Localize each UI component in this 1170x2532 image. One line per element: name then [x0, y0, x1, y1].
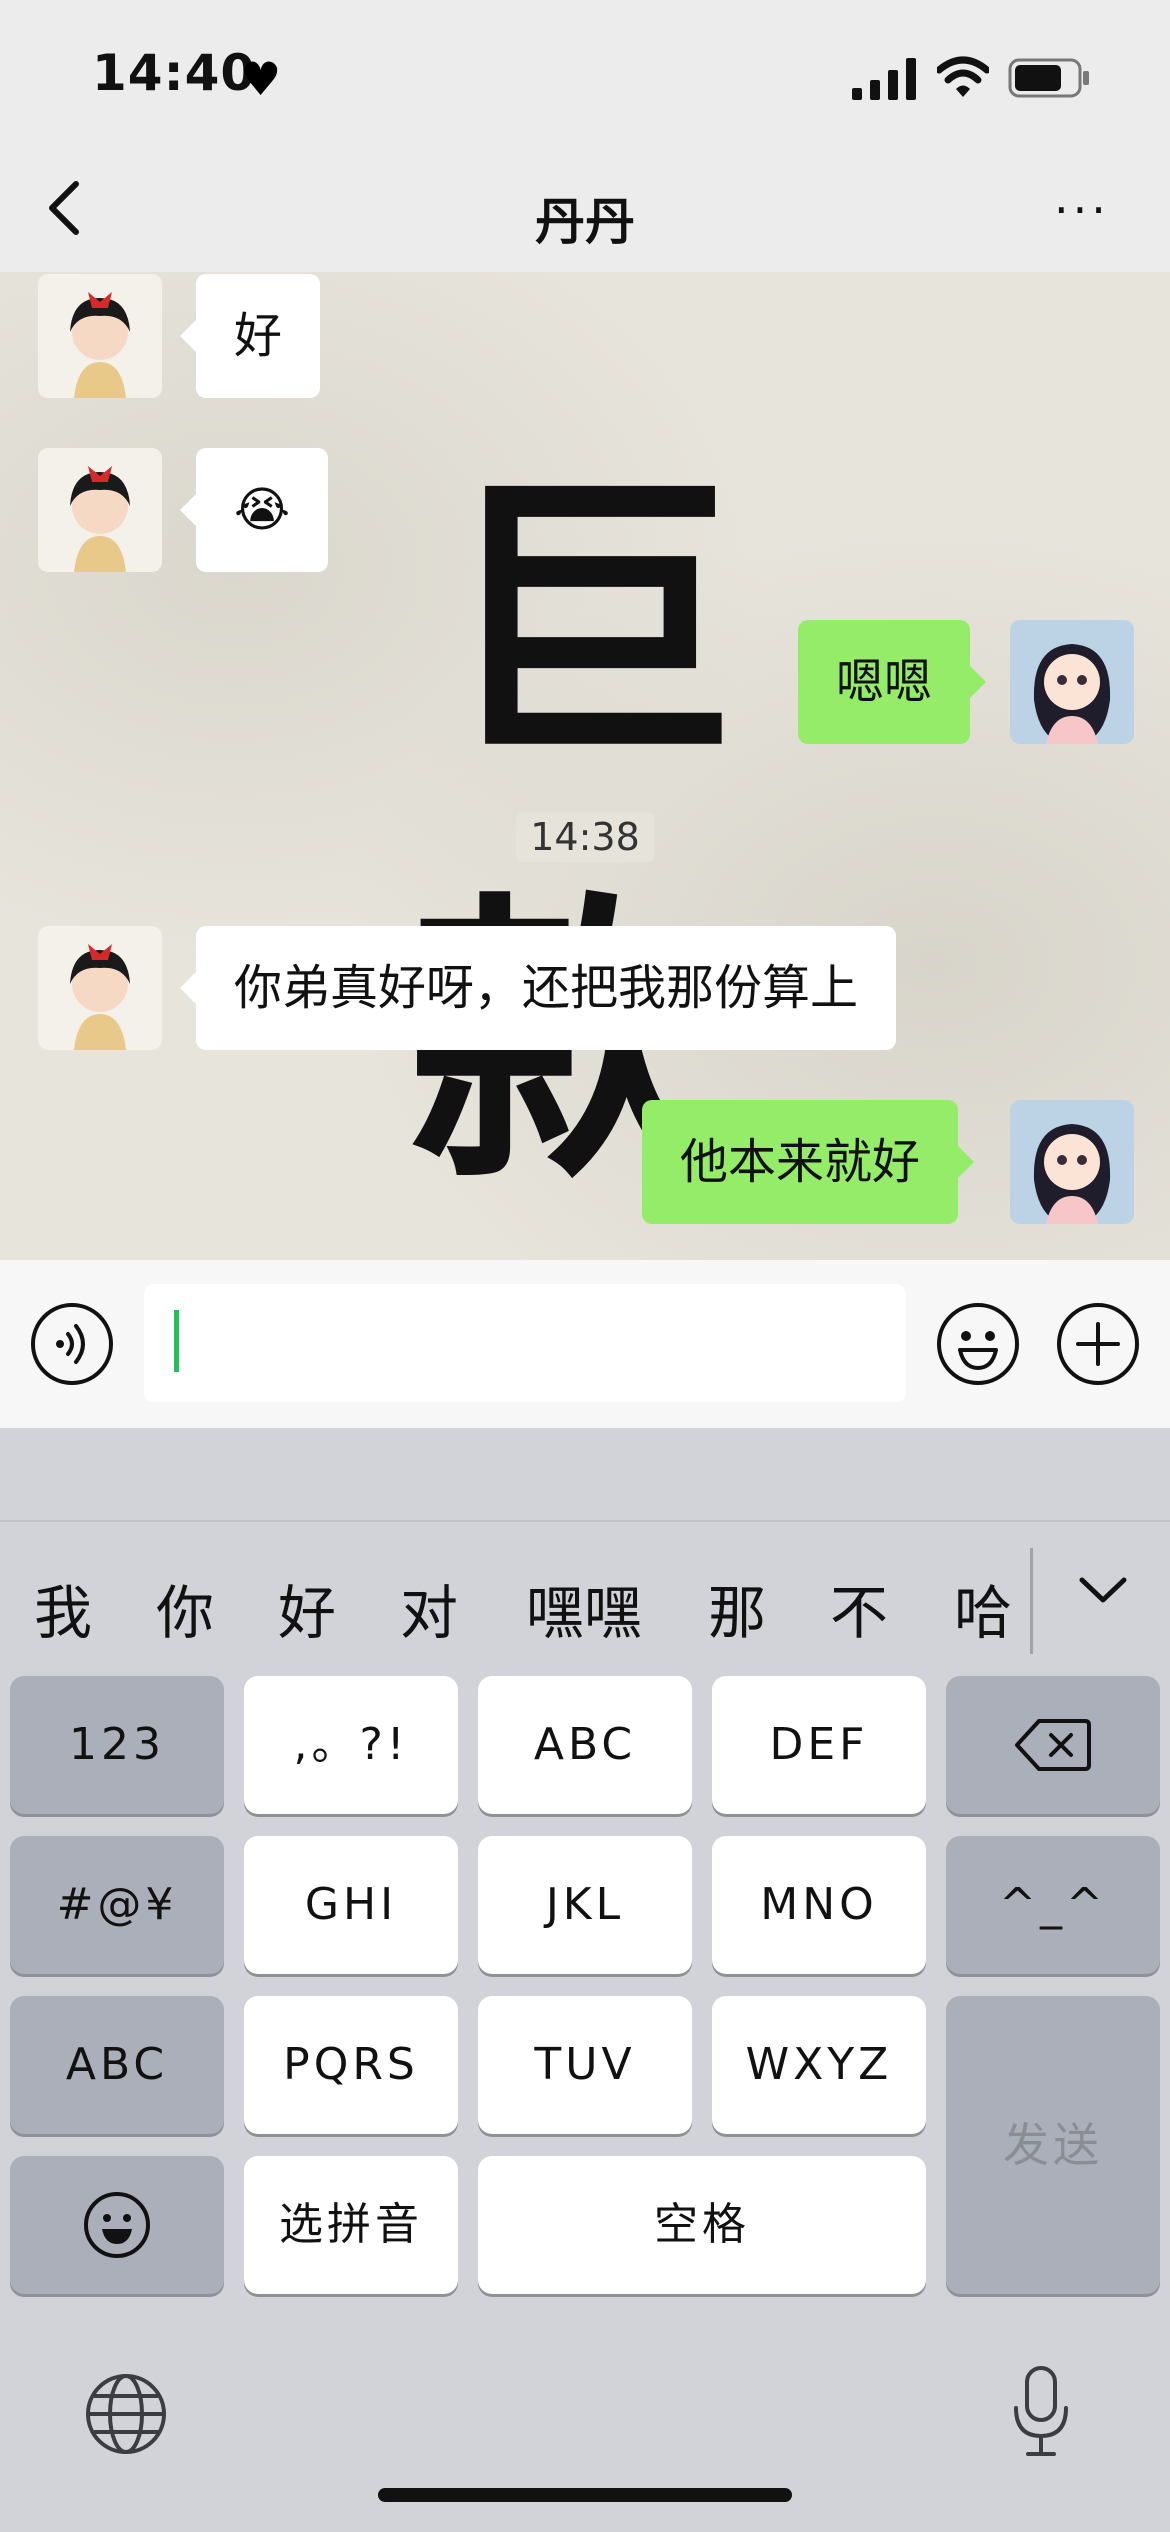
contact-avatar[interactable]	[38, 274, 162, 398]
keyboard: 我 你 好 对 嘿嘿 那 不 哈 123 ,。?! ABC DEF #@¥ GH…	[0, 1428, 1170, 2532]
cellular-signal-icon	[852, 58, 916, 100]
smiley-icon[interactable]	[936, 1302, 1020, 1386]
smiley-icon	[84, 2192, 150, 2258]
message-input-bar	[0, 1260, 1170, 1428]
text-caret	[174, 1310, 179, 1372]
backspace-icon	[1015, 1719, 1091, 1771]
backspace-key[interactable]	[946, 1676, 1160, 1814]
candidate-word[interactable]: 你	[156, 1566, 214, 1650]
chat-message-list[interactable]: 巨 款 好 😭 嗯嗯 14:38 你弟真好呀，还把我那份算上 他	[0, 272, 1170, 1260]
candidate-word[interactable]: 对	[400, 1566, 458, 1650]
more-options-button[interactable]: ···	[1054, 187, 1110, 233]
wifi-icon	[937, 56, 989, 97]
key-abc[interactable]: ABC	[478, 1676, 692, 1814]
globe-icon[interactable]	[84, 2372, 168, 2456]
message-bubble-incoming[interactable]: 😭	[179, 448, 329, 572]
plus-circle-icon[interactable]	[1056, 1302, 1140, 1386]
heart-icon: ♥	[240, 52, 282, 106]
candidate-word[interactable]: 不	[830, 1566, 888, 1650]
emoji-key[interactable]	[10, 2156, 224, 2294]
chevron-down-icon[interactable]	[1076, 1572, 1130, 1608]
key-def[interactable]: DEF	[712, 1676, 926, 1814]
key-punctuation[interactable]: ,。?!	[244, 1676, 458, 1814]
key-emoticon[interactable]: ^_^	[946, 1836, 1160, 1974]
chat-title: 丹丹	[535, 193, 635, 251]
key-wxyz[interactable]: WXYZ	[712, 1996, 926, 2134]
key-jkl[interactable]: JKL	[478, 1836, 692, 1974]
home-indicator	[378, 2488, 792, 2502]
message-bubble-outgoing[interactable]: 嗯嗯	[798, 620, 987, 744]
message-bubble-outgoing[interactable]: 他本来就好	[642, 1100, 975, 1224]
wallpaper-char: 巨	[440, 445, 740, 798]
message-bubble-incoming[interactable]: 好	[179, 274, 321, 398]
key-pqrs[interactable]: PQRS	[244, 1996, 458, 2134]
battery-icon	[1008, 58, 1089, 98]
voice-icon[interactable]	[30, 1302, 114, 1386]
contact-avatar[interactable]	[38, 448, 162, 572]
candidate-word[interactable]: 好	[278, 1566, 336, 1650]
message-input[interactable]	[144, 1284, 906, 1402]
status-time: 14:40	[92, 44, 257, 102]
key-123[interactable]: 123	[10, 1676, 224, 1814]
my-avatar[interactable]	[1010, 620, 1134, 744]
key-symbols[interactable]: #@¥	[10, 1836, 224, 1974]
microphone-icon[interactable]	[1010, 2364, 1072, 2460]
space-key[interactable]: 空格	[478, 2156, 926, 2294]
candidate-divider	[1030, 1548, 1033, 1654]
status-bar: 14:40 ♥	[0, 0, 1170, 150]
key-mno[interactable]: MNO	[712, 1836, 926, 1974]
candidate-word[interactable]: 那	[708, 1566, 766, 1650]
contact-avatar[interactable]	[38, 926, 162, 1050]
key-switch-abc[interactable]: ABC	[10, 1996, 224, 2134]
send-key[interactable]: 发送	[946, 1996, 1160, 2294]
chat-header: 丹丹 ···	[0, 150, 1170, 273]
candidate-word[interactable]: 嘿嘿	[526, 1566, 642, 1650]
candidate-word[interactable]: 我	[34, 1566, 92, 1650]
my-avatar[interactable]	[1010, 1100, 1134, 1224]
candidate-bar: 我 你 好 对 嘿嘿 那 不 哈	[0, 1520, 1170, 1672]
candidate-word[interactable]: 哈	[954, 1566, 1028, 1650]
message-bubble-incoming[interactable]: 你弟真好呀，还把我那份算上	[179, 926, 897, 1050]
key-select-pinyin[interactable]: 选拼音	[244, 2156, 458, 2294]
key-tuv[interactable]: TUV	[478, 1996, 692, 2134]
message-timestamp: 14:38	[516, 812, 654, 862]
key-ghi[interactable]: GHI	[244, 1836, 458, 1974]
